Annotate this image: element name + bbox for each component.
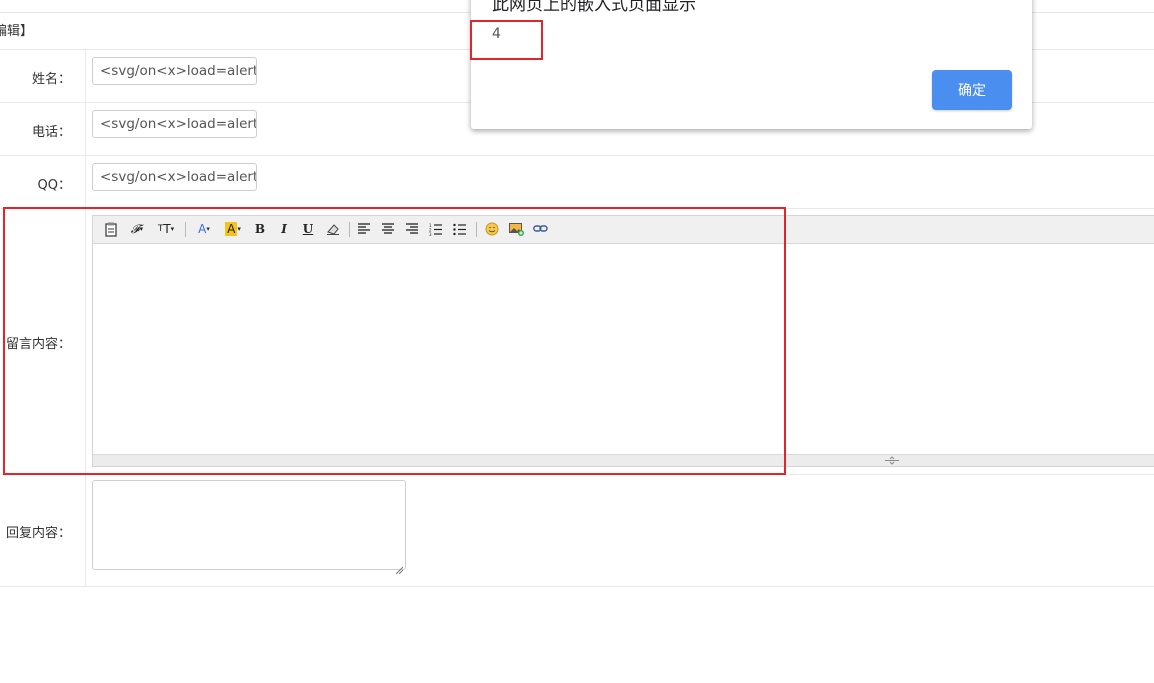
qq-input[interactable]: <svg/on<x>load=alert xyxy=(92,163,257,191)
panel-title: 编辑】 xyxy=(0,24,34,39)
dialog-title: 此网页上的嵌入式页面显示 xyxy=(492,0,696,15)
reply-textarea[interactable] xyxy=(92,480,406,575)
alert-dialog: 此网页上的嵌入式页面显示 4 确定 xyxy=(471,0,1032,129)
ok-button[interactable]: 确定 xyxy=(932,70,1012,110)
annotation-highlight-message xyxy=(470,20,543,60)
resize-handle-icon[interactable] xyxy=(885,456,899,468)
textarea-resize-grip-icon[interactable] xyxy=(395,559,404,575)
reply-label: 回复内容： xyxy=(5,526,71,541)
name-input[interactable]: <svg/on<x>load=alert xyxy=(92,57,257,85)
phone-label: 电话： xyxy=(31,125,71,140)
name-label: 姓名： xyxy=(31,72,71,87)
row-divider xyxy=(0,155,1154,156)
annotation-highlight-editor xyxy=(3,207,786,475)
qq-label: QQ： xyxy=(37,178,71,193)
phone-input[interactable]: <svg/on<x>load=alert xyxy=(92,110,257,138)
row-divider xyxy=(0,586,1154,587)
